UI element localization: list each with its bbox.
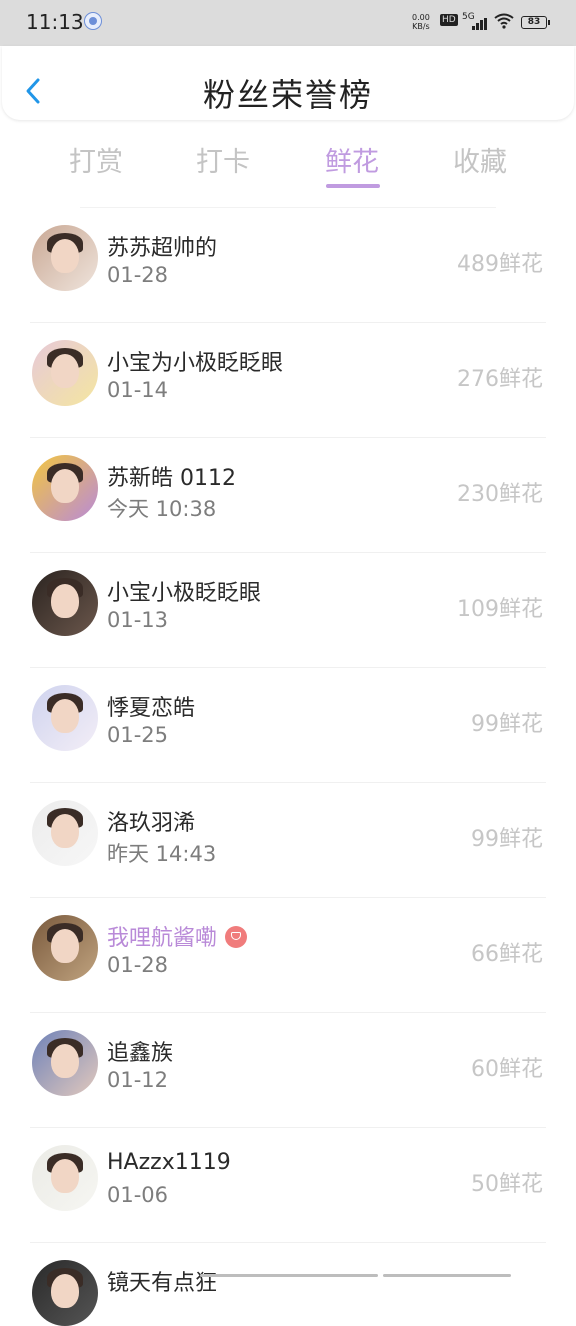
active-tab-indicator (326, 184, 380, 188)
hd-icon: HD (440, 14, 458, 26)
fan-name: 小宝小极眨眨眼 (107, 581, 262, 606)
list-item[interactable]: HAzzx1119 01-06 50鲜花 (0, 1128, 576, 1243)
page-title: 粉丝荣誉榜 (202, 76, 373, 114)
fan-name: 苏苏超帅的 (107, 236, 218, 261)
fan-name: 小宝为小极眨眨眼 (107, 351, 284, 376)
tab-tips[interactable]: 打赏 (46, 140, 146, 179)
avatar[interactable] (32, 1145, 98, 1211)
fan-date: 昨天 14:43 (107, 842, 217, 866)
fan-ranking-list: 苏苏超帅的 01-28 489鲜花 小宝为小极眨眨眼 01-14 276鲜花 苏… (0, 208, 576, 1326)
avatar[interactable] (32, 1030, 98, 1096)
scroll-indicator (200, 1274, 378, 1277)
flower-count: 60鲜花 (471, 1057, 543, 1082)
fan-date: 01-13 (107, 608, 169, 632)
list-item[interactable]: 我哩航酱嘞 01-28 66鲜花 (0, 898, 576, 1013)
list-item[interactable]: 小宝为小极眨眨眼 01-14 276鲜花 (0, 323, 576, 438)
list-item[interactable]: 悸夏恋皓 01-25 99鲜花 (0, 668, 576, 783)
battery-icon: 83 (521, 16, 550, 29)
fan-date: 今天 10:38 (107, 497, 217, 521)
flower-count: 276鲜花 (457, 367, 543, 392)
flower-count: 99鲜花 (471, 712, 543, 737)
avatar[interactable] (32, 1260, 98, 1326)
app-notification-icon (84, 12, 102, 30)
list-item[interactable]: 小宝小极眨眨眼 01-13 109鲜花 (0, 553, 576, 668)
flower-count: 99鲜花 (471, 827, 543, 852)
top-navigation-bar: 粉丝荣誉榜 (2, 46, 574, 120)
fan-name: 镜天有点狂 (107, 1271, 218, 1296)
fan-date: 01-28 (107, 953, 169, 977)
avatar[interactable] (32, 225, 98, 291)
flower-count: 66鲜花 (471, 942, 543, 967)
flower-count: 230鲜花 (457, 482, 543, 507)
fan-name: 洛玖羽浠 (107, 811, 196, 836)
signal-icon: 5G (462, 12, 487, 30)
tab-checkin[interactable]: 打卡 (173, 140, 273, 179)
avatar[interactable] (32, 340, 98, 406)
avatar[interactable] (32, 685, 98, 751)
flower-count: 489鲜花 (457, 252, 543, 277)
list-item[interactable]: 追鑫族 01-12 60鲜花 (0, 1013, 576, 1128)
avatar[interactable] (32, 455, 98, 521)
avatar[interactable] (32, 570, 98, 636)
fan-name: 苏新皓 0112 (107, 466, 236, 491)
fan-date: 01-12 (107, 1068, 169, 1092)
fan-name-vip: 我哩航酱嘞 (107, 920, 248, 952)
fan-name: HAzzx1119 (107, 1150, 231, 1175)
fan-name: 追鑫族 (107, 1041, 174, 1066)
status-time: 11:13 (26, 10, 84, 34)
gem-badge-icon (225, 926, 248, 948)
status-bar: 11:13 0.00 KB/s HD 5G 83 (0, 0, 576, 46)
wifi-icon (494, 13, 514, 29)
scroll-indicator (383, 1274, 511, 1277)
list-item[interactable]: 镜天有点狂 (0, 1243, 576, 1326)
fan-date: 01-06 (107, 1183, 169, 1207)
network-speed: 0.00 KB/s (412, 13, 430, 31)
fan-name: 悸夏恋皓 (107, 696, 196, 721)
list-item[interactable]: 苏新皓 0112 今天 10:38 230鲜花 (0, 438, 576, 553)
tab-flowers[interactable]: 鲜花 (302, 140, 402, 188)
flower-count: 109鲜花 (457, 597, 543, 622)
fan-date: 01-25 (107, 723, 169, 747)
fan-date: 01-28 (107, 263, 169, 287)
avatar[interactable] (32, 915, 98, 981)
list-item[interactable]: 洛玖羽浠 昨天 14:43 99鲜花 (0, 783, 576, 898)
avatar[interactable] (32, 800, 98, 866)
list-item[interactable]: 苏苏超帅的 01-28 489鲜花 (0, 208, 576, 323)
ranking-tabs: 打赏 打卡 鲜花 收藏 (0, 140, 576, 190)
tab-favorites[interactable]: 收藏 (430, 140, 530, 179)
flower-count: 50鲜花 (471, 1172, 543, 1197)
fan-date: 01-14 (107, 378, 169, 402)
